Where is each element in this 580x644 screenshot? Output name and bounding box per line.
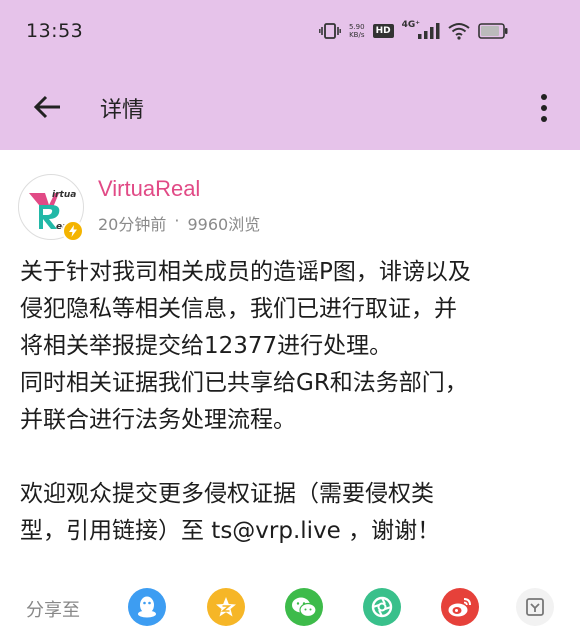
verified-badge [62, 220, 84, 242]
moments-aperture-icon [371, 596, 393, 618]
share-label: 分享至 [26, 600, 80, 621]
qq-icon [138, 596, 156, 618]
more-vertical-icon [541, 94, 547, 122]
status-icons: 5.90 KB/s HD 4G⁺ [319, 20, 508, 40]
share-qzone-button[interactable] [207, 588, 245, 626]
net-speed-unit: KB/s [349, 31, 365, 39]
more-share-icon [526, 598, 544, 616]
post-content: 关于针对我司相关成员的造谣P图，诽谤以及 侵犯隐私等相关信息，我们已进行取证，并… [20, 259, 471, 544]
weibo-icon [448, 598, 471, 617]
meta-separator: · [174, 211, 180, 230]
share-moments-button[interactable] [363, 588, 401, 626]
page-title: 详情 [100, 98, 145, 123]
signal-bars-icon [418, 23, 440, 39]
net-speed: 5.90 KB/s [349, 23, 365, 39]
lightning-icon [69, 225, 77, 237]
post-time: 20分钟前 [98, 215, 167, 234]
share-more-button[interactable] [516, 588, 554, 626]
share-bar: 分享至 [0, 588, 580, 628]
share-weibo-button[interactable] [441, 588, 479, 626]
view-count: 9960浏览 [187, 215, 261, 234]
post-meta: 20分钟前 · 9960浏览 [98, 211, 260, 235]
vibrate-icon [319, 22, 341, 40]
net-speed-value: 5.90 [348, 23, 365, 31]
author-name[interactable]: VirtuaReal [98, 176, 200, 202]
app-bar: 详情 [0, 66, 580, 150]
share-qq-button[interactable] [128, 588, 166, 626]
network-type-label: 4G⁺ [401, 20, 420, 30]
status-bar: 13:53 5.90 KB/s HD 4G⁺ [0, 0, 580, 66]
arrow-left-icon [33, 95, 60, 119]
wechat-icon [292, 597, 317, 618]
battery-icon [478, 23, 508, 39]
hd-badge: HD [372, 24, 394, 38]
cellular-signal: 4G⁺ [401, 20, 440, 39]
qzone-star-icon [216, 597, 236, 617]
more-options-button[interactable] [534, 88, 554, 128]
wifi-icon [448, 22, 470, 40]
status-time: 13:53 [26, 20, 84, 42]
back-button[interactable] [28, 88, 66, 126]
share-wechat-button[interactable] [285, 588, 323, 626]
svg-text:irtua: irtua [52, 190, 76, 200]
